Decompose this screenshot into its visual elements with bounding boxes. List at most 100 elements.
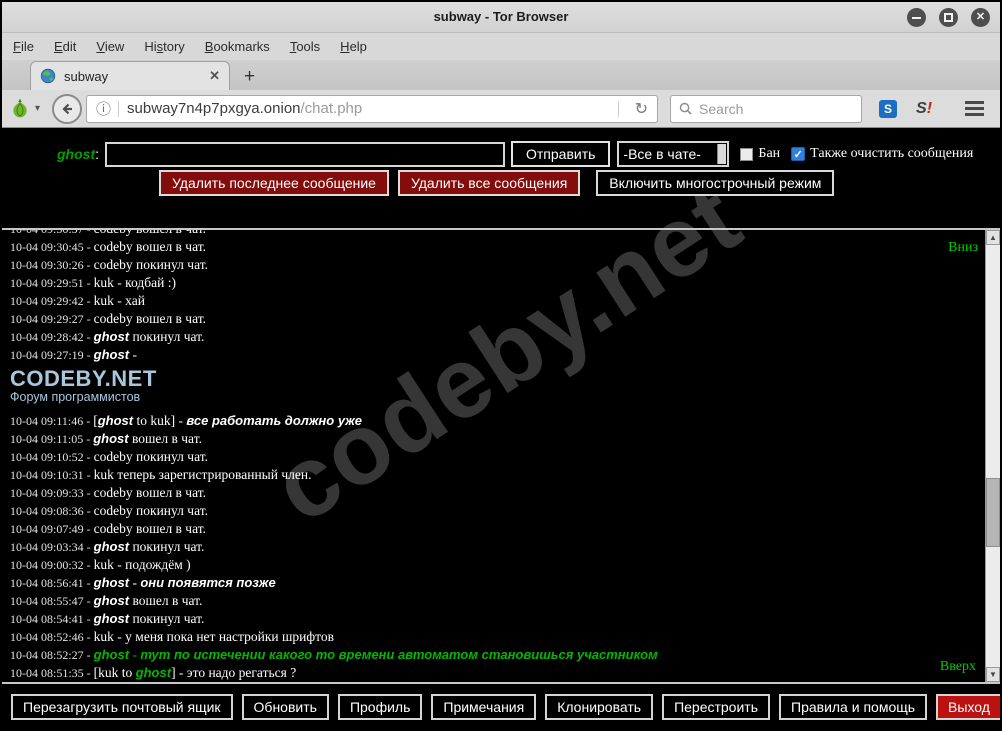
- exit-button[interactable]: Выход: [936, 693, 1000, 720]
- browser-window: subway - Tor Browser ✕ File Edit View Histo…: [0, 0, 1002, 731]
- url-bar[interactable]: ⓘ subway7n4p7pxgya.onion/chat.php ↻: [86, 94, 659, 123]
- chat-message: 10-04 09:07:49 - codeby вошел в чат.: [10, 521, 207, 536]
- chat-message: 10-04 09:11:05 - ghost вошел в чат.: [10, 431, 202, 446]
- scrollbar-up-icon[interactable]: ▲: [986, 230, 1000, 245]
- chat-action-row: Удалить последнее сообщение Удалить все …: [159, 170, 835, 196]
- chat-message: 10-04 09:30:26 - codeby покинул чат.: [10, 257, 208, 272]
- scroll-up-link[interactable]: Вверх: [940, 659, 976, 675]
- chat-message: 10-04 09:10:31 - kuk теперь зарегистриро…: [10, 467, 312, 482]
- chat-message: 10-04 09:09:33 - codeby вошел в чат.: [10, 485, 207, 500]
- toolbar-button[interactable]: Примечания: [431, 693, 537, 720]
- window-title: subway - Tor Browser: [433, 9, 569, 24]
- maximize-icon: [944, 13, 953, 22]
- tab-subway[interactable]: subway ✕: [30, 61, 230, 90]
- chat-message: 10-04 08:56:41 - ghost - они появятся по…: [10, 575, 276, 590]
- search-icon: [679, 102, 692, 115]
- scroll-down-link[interactable]: Вниз: [948, 240, 978, 256]
- page-content: codeby.net ghost: Отправить -Все в чате-…: [2, 128, 1000, 729]
- site-info-icon[interactable]: ⓘ: [96, 98, 111, 119]
- chat-message: 10-04 08:51:35 - [kuk to ghost] - это на…: [10, 665, 297, 680]
- chat-message: 10-04 08:52:27 - ghost - тут по истечени…: [10, 647, 658, 662]
- menu-view[interactable]: View: [89, 39, 131, 54]
- globe-favicon-icon: [40, 68, 56, 84]
- delete-all-messages-button[interactable]: Удалить все сообщения: [397, 170, 581, 196]
- chat-message: 10-04 09:03:34 - ghost покинул чат.: [10, 539, 205, 554]
- close-button[interactable]: ✕: [971, 8, 990, 27]
- chat-message: 10-04 08:52:46 - kuk - у меня пока нет н…: [10, 629, 334, 644]
- chat-message: 10-04 09:11:46 - [ghost to kuk] - все ра…: [10, 413, 363, 428]
- multiline-mode-button[interactable]: Включить многострочный режим: [596, 170, 835, 196]
- toolbar-button[interactable]: Перезагрузить почтовый ящик: [11, 693, 233, 720]
- chat-scrollbar[interactable]: ▲ ▼: [985, 230, 1000, 682]
- recipient-select[interactable]: -Все в чате-: [617, 141, 730, 167]
- codeby-logo-title: CODEBY.NET: [10, 366, 157, 391]
- current-nick-label: ghost: [57, 146, 96, 162]
- chat-message: 10-04 09:29:42 - kuk - хай: [10, 293, 145, 308]
- toolbar-button[interactable]: Профиль: [337, 693, 423, 720]
- select-scrollbar: [717, 144, 727, 164]
- chat-message: 10-04 08:55:47 - ghost вошел в чат.: [10, 593, 203, 608]
- message-input[interactable]: [105, 141, 505, 167]
- minimize-icon: [912, 16, 921, 19]
- tabbar: subway ✕ +: [2, 60, 1000, 90]
- s-exclaim-icon[interactable]: S!: [916, 100, 932, 118]
- menu-help[interactable]: Help: [333, 39, 374, 54]
- url-path: /chat.php: [300, 100, 363, 117]
- search-box[interactable]: Search: [670, 94, 863, 123]
- menu-edit[interactable]: Edit: [47, 39, 83, 54]
- clear-messages-label: Также очистить сообщения: [810, 146, 974, 161]
- ban-label: Бан: [758, 146, 781, 161]
- chat-message: 10-04 09:10:52 - codeby покинул чат.: [10, 449, 208, 464]
- chat-message: 10-04 09:27:19 - ghost -: [10, 347, 137, 362]
- menu-bookmarks[interactable]: Bookmarks: [198, 39, 277, 54]
- window-controls: ✕: [907, 8, 990, 27]
- scrollbar-thumb[interactable]: [986, 478, 1000, 547]
- ban-checkbox[interactable]: [740, 147, 754, 161]
- codeby-logo-subtitle: Форум программистов: [10, 390, 141, 404]
- url-separator: [617, 100, 619, 117]
- titlebar: subway - Tor Browser ✕: [2, 2, 1000, 33]
- delete-last-message-button[interactable]: Удалить последнее сообщение: [159, 170, 389, 196]
- chat-message: 10-04 08:49:17 - [kuk to ghost] - ща гля…: [10, 682, 978, 684]
- chat-messages: 10-04 09:30:57 - codeby вошел в чат. 10-0…: [10, 230, 978, 684]
- chat-input-row: ghost: Отправить -Все в чате- Бан ✓ Такж…: [2, 141, 1000, 167]
- tab-close-icon[interactable]: ✕: [209, 68, 220, 84]
- chat-message: 10-04 09:30:57 - codeby вошел в чат.: [10, 228, 207, 236]
- chat-message: 10-04 09:08:36 - codeby покинул чат.: [10, 503, 208, 518]
- menu-hamburger-icon[interactable]: [965, 101, 984, 116]
- toolbar-button[interactable]: Клонировать: [545, 693, 654, 720]
- menu-history[interactable]: History: [137, 39, 191, 54]
- back-button[interactable]: [52, 93, 83, 124]
- tor-dropdown-caret-icon[interactable]: ▾: [35, 103, 40, 114]
- chat-message: 10-04 09:00:32 - kuk - подождём ): [10, 557, 191, 572]
- maximize-button[interactable]: [939, 8, 958, 27]
- recipient-select-value: -Все в чате-: [623, 146, 701, 162]
- minimize-button[interactable]: [907, 8, 926, 27]
- url-separator: [118, 100, 120, 117]
- menu-file[interactable]: File: [6, 39, 41, 54]
- clear-messages-checkbox[interactable]: ✓: [791, 147, 806, 161]
- scrollbar-down-icon[interactable]: ▼: [986, 667, 1000, 682]
- close-icon: ✕: [975, 11, 986, 23]
- toolbar-button[interactable]: Обновить: [241, 693, 329, 720]
- send-button[interactable]: Отправить: [511, 141, 611, 167]
- reload-icon[interactable]: ↻: [635, 99, 648, 119]
- chat-message: 10-04 09:29:27 - codeby вошел в чат.: [10, 311, 207, 326]
- menubar: File Edit View History Bookmarks Tools Help: [2, 33, 1000, 60]
- new-tab-button[interactable]: +: [244, 67, 255, 86]
- chat-frame: 10-04 09:30:57 - codeby вошел в чат. 10-0…: [2, 228, 1000, 684]
- menu-tools[interactable]: Tools: [283, 39, 327, 54]
- startpage-icon[interactable]: S: [879, 99, 898, 118]
- chat-message: 10-04 09:28:42 - ghost покинул чат.: [10, 329, 205, 344]
- url-host: subway7n4p7pxgya.onion: [127, 100, 301, 117]
- toolbar-button[interactable]: Правила и помощь: [779, 693, 928, 720]
- codeby-logo: CODEBY.NET Форум программистов: [10, 367, 978, 408]
- nick-colon: :: [95, 146, 99, 162]
- back-arrow-icon: [62, 103, 73, 114]
- navigation-bar: ▾ ⓘ subway7n4p7pxgya.onion/chat.php ↻ Se…: [2, 90, 1000, 128]
- chat-message: 10-04 09:30:45 - codeby вошел в чат.: [10, 239, 207, 254]
- tor-onion-icon[interactable]: [10, 97, 32, 121]
- chat-message: 10-04 08:54:41 - ghost покинул чат.: [10, 611, 205, 626]
- toolbar-button[interactable]: Перестроить: [662, 693, 770, 720]
- tab-label: subway: [64, 68, 109, 84]
